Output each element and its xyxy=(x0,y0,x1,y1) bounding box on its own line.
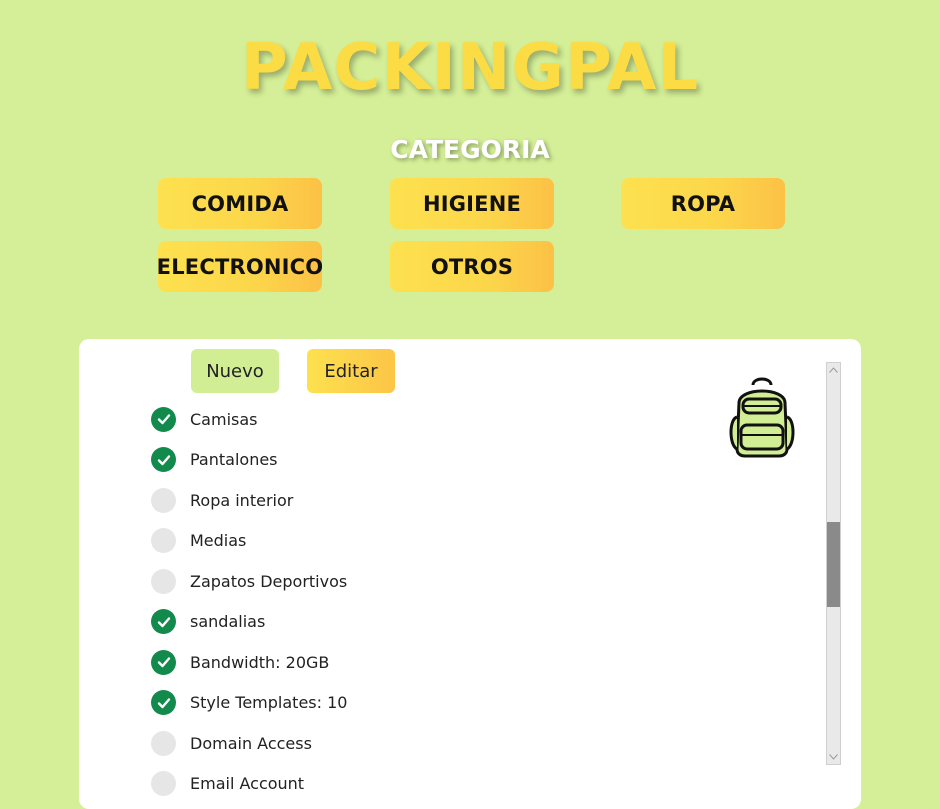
scroll-down-arrow[interactable] xyxy=(827,750,840,764)
category-button-electronico[interactable]: ELECTRONICO xyxy=(157,241,323,292)
check-icon[interactable] xyxy=(151,690,176,716)
category-button-comida[interactable]: COMIDA xyxy=(158,178,322,229)
list-item-label: sandalias xyxy=(190,612,266,632)
scrollbar[interactable] xyxy=(826,362,841,765)
packing-list-panel: Nuevo Editar Camisas Pantalones Ropa inter… xyxy=(79,339,861,809)
app-title: PACKINGPAL xyxy=(240,31,700,105)
list-item[interactable]: sandalias xyxy=(151,602,751,643)
list-item-label: Zapatos Deportivos xyxy=(190,571,348,591)
list-item[interactable]: Bandwidth: 20GB xyxy=(151,642,751,683)
list-item-label: Bandwidth: 20GB xyxy=(190,652,330,672)
list-item[interactable]: Ropa interior xyxy=(151,480,751,521)
scroll-thumb[interactable] xyxy=(827,522,840,607)
unchecked-circle-icon[interactable] xyxy=(151,528,176,554)
list-item-label: Domain Access xyxy=(190,733,312,753)
unchecked-circle-icon[interactable] xyxy=(151,487,176,513)
list-item-label: Pantalones xyxy=(190,450,278,470)
item-list: Camisas Pantalones Ropa interior Medias Zapa… xyxy=(151,399,751,804)
list-item-label: Style Templates: 10 xyxy=(190,693,348,713)
list-item-label: Medias xyxy=(190,531,247,551)
list-item[interactable]: Medias xyxy=(151,521,751,562)
list-item[interactable]: Email Account xyxy=(151,764,751,805)
list-item[interactable]: Pantalones xyxy=(151,440,751,481)
category-button-otros[interactable]: OTROS xyxy=(390,241,554,292)
list-item-label: Camisas xyxy=(190,409,258,429)
unchecked-circle-icon[interactable] xyxy=(151,730,176,756)
list-item[interactable]: Camisas xyxy=(151,399,751,440)
list-item-label: Email Account xyxy=(190,774,305,794)
list-item[interactable]: Domain Access xyxy=(151,723,751,764)
edit-button[interactable]: Editar xyxy=(307,349,395,393)
list-item[interactable]: Zapatos Deportivos xyxy=(151,561,751,602)
list-item[interactable]: Style Templates: 10 xyxy=(151,683,751,724)
category-heading: CATEGORIA xyxy=(390,135,550,164)
list-item-label: Ropa interior xyxy=(190,490,294,510)
category-button-ropa[interactable]: ROPA xyxy=(621,178,785,229)
check-icon[interactable] xyxy=(151,609,176,635)
check-icon[interactable] xyxy=(151,447,176,473)
new-item-button[interactable]: Nuevo xyxy=(191,349,279,393)
check-icon[interactable] xyxy=(151,649,176,675)
backpack-icon xyxy=(727,375,797,459)
check-icon[interactable] xyxy=(151,406,176,432)
unchecked-circle-icon[interactable] xyxy=(151,568,176,594)
category-button-higiene[interactable]: HIGIENE xyxy=(390,178,554,229)
scroll-up-arrow[interactable] xyxy=(827,363,840,377)
unchecked-circle-icon[interactable] xyxy=(151,771,176,797)
